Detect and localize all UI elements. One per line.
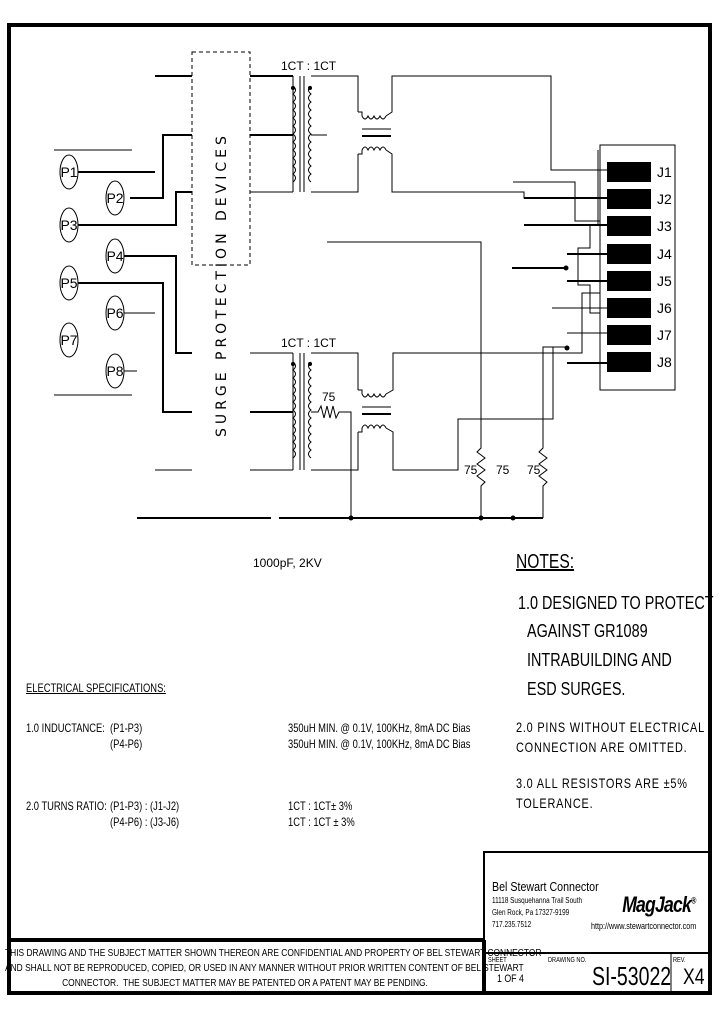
termination-resistor-label: 75: [322, 390, 336, 404]
jack-label-j6: J6: [657, 300, 672, 316]
lower-ratio-label: 1CT : 1CT: [281, 336, 337, 350]
inductance-value-1: 350uH MIN. @ 0.1V, 100KHz, 8mA DC Bias: [288, 721, 471, 735]
lower-transformer: [250, 292, 600, 518]
address-line-2: Glen Rock, Pa 17327-9199: [492, 908, 570, 917]
jack-label-j4: J4: [657, 246, 672, 262]
disclaimer-line-1: THIS DRAWING AND THE SUBJECT MATTER SHOW…: [5, 947, 542, 959]
turns-value-2: 1CT : 1CT ± 3%: [288, 815, 355, 829]
jack-label-j5: J5: [657, 273, 672, 289]
note-1-line-2: AGAINST GR1089: [527, 621, 648, 641]
pin-label-p8: P8: [106, 363, 123, 379]
capacitor-label: 1000pF, 2KV: [253, 556, 322, 570]
bleed-resistor-label-3: 75: [527, 463, 541, 477]
turns-ratio-label: 2.0 TURNS RATIO:: [26, 799, 107, 813]
jack-pads: [607, 162, 651, 372]
brand-logo: MagJack®: [614, 872, 696, 917]
jack-label-j1: J1: [657, 164, 672, 180]
phone-number: 717.235.7512: [492, 920, 532, 929]
turns-value-1: 1CT : 1CT± 3%: [288, 799, 353, 813]
bleed-resistor-label-1: 75: [464, 463, 478, 477]
inductance-pins-1: (P1-P3): [110, 721, 143, 735]
note-1-line-1: 1.0 DESIGNED TO PROTECT: [518, 593, 714, 613]
pin-label-p1: P1: [60, 164, 77, 180]
surge-block-label: SURGE PROTECTION DEVICES: [214, 132, 230, 437]
drawing-number: SI-53022: [592, 961, 672, 991]
note-2-line-1: 2.0 PINS WITHOUT ELECTRICAL: [516, 719, 705, 735]
jack-label-j7: J7: [657, 327, 672, 343]
pin-label-p3: P3: [60, 217, 77, 233]
address-line-1: 11118 Susquehanna Trail South: [492, 896, 583, 905]
inductance-pins-2: (P4-P6): [110, 737, 143, 751]
jack-label-j8: J8: [657, 354, 672, 370]
bleed-resistor-label-2: 75: [496, 463, 510, 477]
schematic-drawing: P1 P2 P3 P4 P5 P6 P7 P8 SURGE PROTECTION…: [7, 23, 712, 995]
note-3-line-1: 3.0 ALL RESISTORS ARE ±5%: [516, 775, 688, 791]
sheet-label: SHEET: [488, 957, 507, 964]
upper-transformer: [250, 75, 600, 199]
registered-mark: ®: [690, 895, 696, 906]
note-1-line-3: INTRABUILDING AND: [527, 650, 672, 670]
revision-value: X4: [683, 964, 705, 989]
pin-label-p2: P2: [106, 190, 123, 206]
turns-pins-1: (P1-P3) : (J1-J2): [110, 799, 180, 813]
turns-pins-2: (P4-P6) : (J3-J6): [110, 815, 180, 829]
note-1-line-4: ESD SURGES.: [527, 679, 626, 699]
upper-ratio-label: 1CT : 1CT: [281, 59, 337, 73]
specs-title: ELECTRICAL SPECIFICATIONS:: [26, 681, 166, 695]
pin-label-p4: P4: [106, 248, 123, 264]
drawing-number-label: DRAWING NO.: [548, 957, 587, 964]
jack-label-j3: J3: [657, 218, 672, 234]
company-url[interactable]: http://www.stewartconnector.com: [591, 922, 696, 931]
note-3-line-2: TOLERANCE.: [516, 795, 594, 811]
sheet-value: 1 OF 4: [497, 973, 524, 985]
note-2-line-2: CONNECTION ARE OMITTED.: [516, 739, 688, 755]
notes-title: NOTES:: [516, 551, 575, 573]
pin-label-p6: P6: [106, 305, 123, 321]
inductance-label: 1.0 INDUCTANCE:: [26, 721, 105, 735]
inductance-value-2: 350uH MIN. @ 0.1V, 100KHz, 8mA DC Bias: [288, 737, 471, 751]
ground-bus: [137, 515, 543, 521]
pin-label-p7: P7: [60, 332, 77, 348]
termination-resistor: [311, 404, 352, 518]
disclaimer-line-3: CONNECTOR. THE SUBJECT MATTER MAY BE PAT…: [62, 977, 428, 989]
company-name: Bel Stewart Connector: [492, 879, 599, 894]
revision-label: REV.: [673, 957, 686, 964]
jack-label-j2: J2: [657, 191, 672, 207]
pin-label-p5: P5: [60, 275, 77, 291]
disclaimer-line-2: AND SHALL NOT BE REPRODUCED, COPIED, OR …: [5, 962, 524, 974]
brand-name: MagJack: [622, 892, 692, 917]
